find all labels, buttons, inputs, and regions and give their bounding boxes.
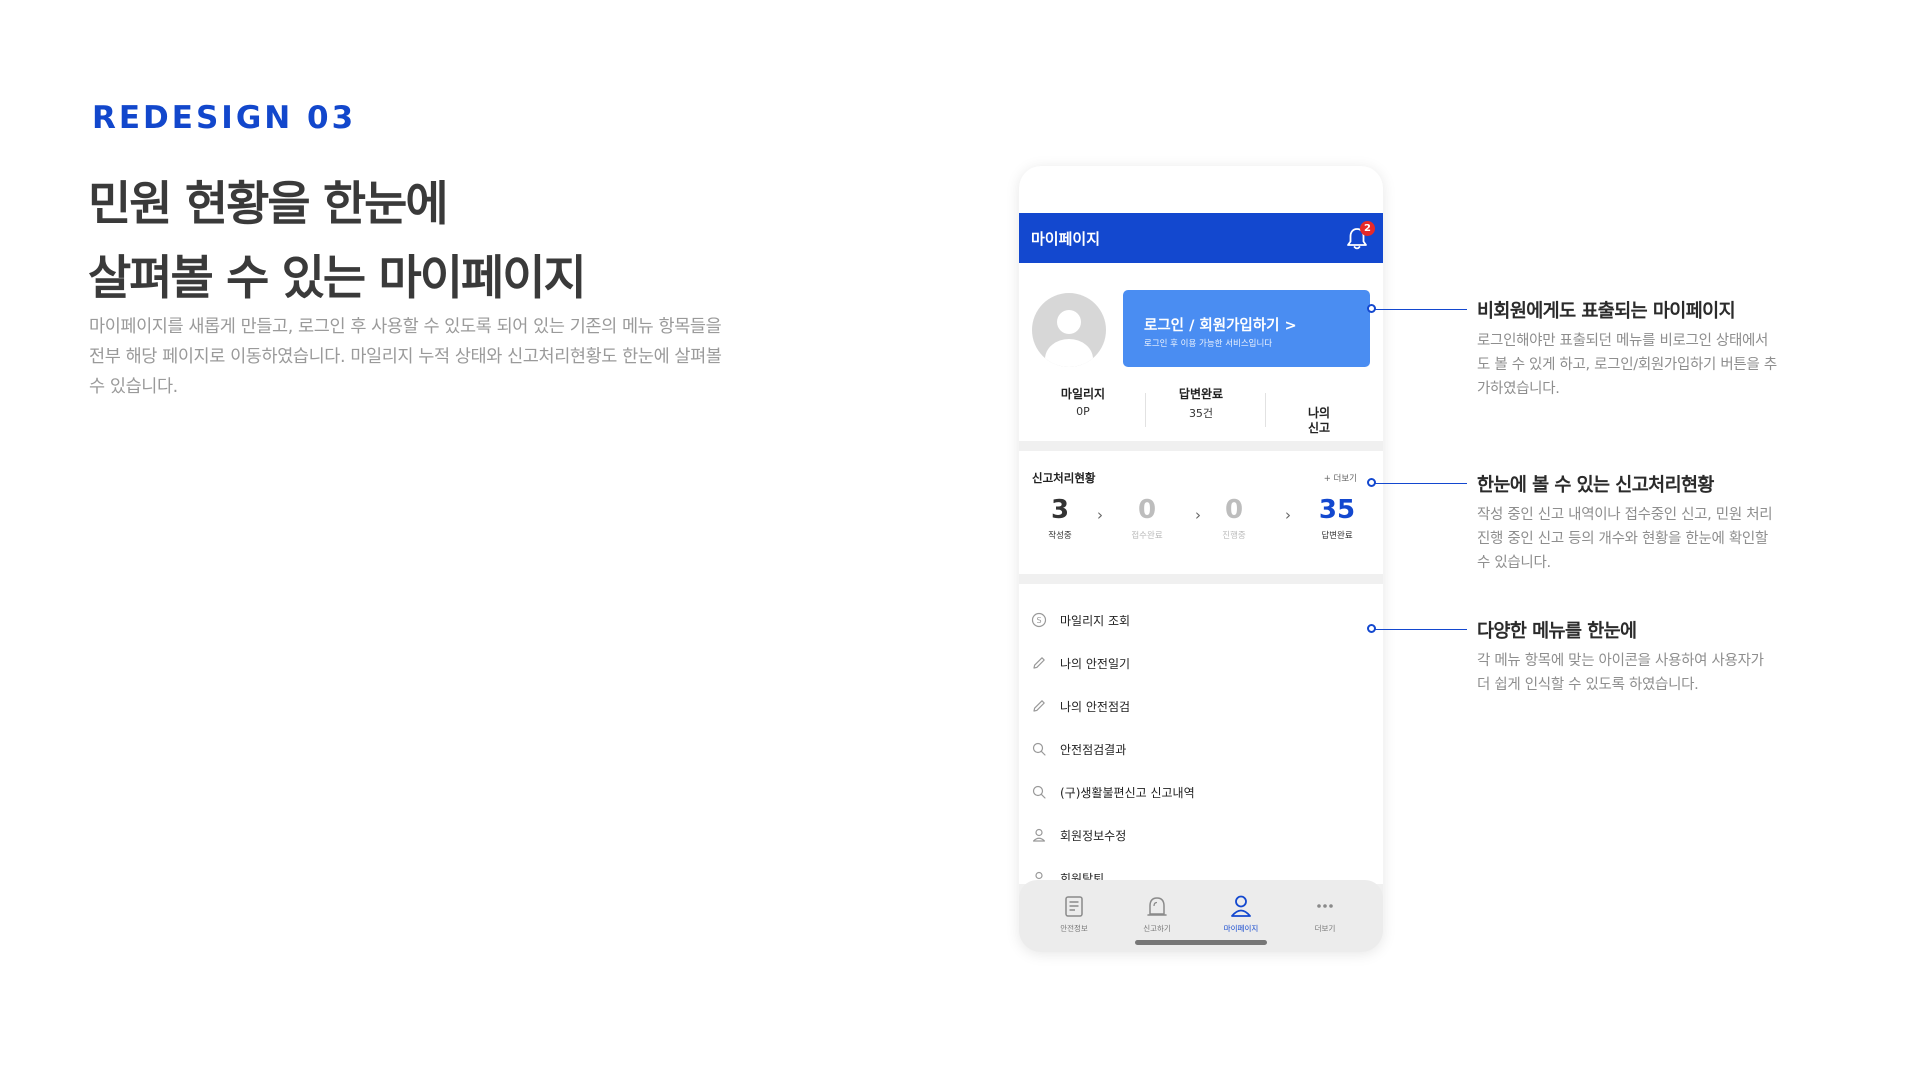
menu-item-label: 나의 안전점검: [1060, 700, 1131, 714]
step-label: 답변완료: [1321, 531, 1353, 541]
page-headline: 민원 현황을 한눈에 살펴볼 수 있는 마이페이지: [88, 168, 587, 316]
stat-value: 35건: [1188, 407, 1214, 420]
menu-item-label: 회원정보수정: [1060, 829, 1127, 843]
menu-item-old-reports[interactable]: (구)생활불편신고 신고내역: [1019, 772, 1383, 815]
annotation-text: 작성 중인 신고 내역이나 접수중인 신고, 민원 처리 진행 중인 신고 등의…: [1477, 507, 1773, 571]
annotation-title: 다양한 메뉴를 한눈에: [1477, 621, 1637, 642]
hero-description: 마이페이지를 새롭게 만들고, 로그인 후 사용할 수 있도록 되어 있는 기존…: [89, 317, 722, 397]
menu-item-label: 마일리지 조회: [1060, 614, 1131, 628]
step-answered[interactable]: 35 답변완료: [1302, 494, 1372, 541]
annotation-guest-mypage: 비회원에게도 표출되는 마이페이지 로그인해야만 표출되던 메뉴를 비로그인 상…: [1477, 297, 1777, 401]
tab-mypage[interactable]: 마이페이지: [1211, 892, 1271, 934]
headline-line-1: 민원 현황을 한눈에: [88, 177, 449, 232]
app-bar: 마이페이지 2: [1019, 213, 1383, 263]
menu-item-mileage[interactable]: S 마일리지 조회: [1019, 600, 1383, 643]
annotation-title: 한눈에 볼 수 있는 신고처리현황: [1477, 475, 1714, 496]
avatar: [1032, 293, 1106, 367]
step-writing[interactable]: 3 작성중: [1025, 494, 1095, 541]
stat-answered[interactable]: 답변완료 35건: [1141, 387, 1261, 421]
annotation-title: 비회원에게도 표출되는 마이페이지: [1477, 301, 1736, 322]
connector-dot: [1367, 304, 1376, 313]
connector-dot: [1367, 624, 1376, 633]
tab-report[interactable]: 신고하기: [1127, 892, 1187, 934]
report-status-title: 신고처리현황: [1032, 471, 1096, 485]
document-icon: [1065, 896, 1083, 917]
person-icon: [1032, 828, 1046, 842]
home-indicator: [1135, 940, 1267, 945]
tab-more[interactable]: 더보기: [1295, 892, 1355, 934]
menu-item-label: 나의 안전일기: [1060, 657, 1131, 671]
status-bar: [1019, 166, 1383, 213]
connector-line: [1373, 309, 1467, 310]
step-received[interactable]: 0 접수완료: [1112, 494, 1182, 541]
siren-icon: [1147, 897, 1167, 916]
menu-item-label: 안전점검결과: [1060, 743, 1127, 757]
menu-list: S 마일리지 조회 나의 안전일기 나의 안전점검 안전점검결과 (구)생활불편…: [1019, 584, 1383, 884]
tab-label: 더보기: [1314, 924, 1336, 933]
stat-label: 나의 신고: [1307, 406, 1331, 435]
step-count: 0: [1224, 495, 1244, 525]
menu-item-check-results[interactable]: 안전점검결과: [1019, 729, 1383, 772]
phone-mockup: 마이페이지 2 로그인 / 회원가입하기 > 로그인 후 이용 가능한 서비스입…: [1019, 166, 1383, 952]
step-count: 3: [1050, 495, 1070, 525]
annotation-text: 로그인해야만 표출되던 메뉴를 비로그인 상태에서도 볼 수 있게 하고, 로그…: [1477, 333, 1777, 397]
search-icon: [1032, 742, 1046, 756]
profile-card: 로그인 / 회원가입하기 > 로그인 후 이용 가능한 서비스입니다 마일리지 …: [1019, 263, 1383, 441]
tab-label: 마이페이지: [1223, 924, 1259, 933]
tab-label: 신고하기: [1143, 924, 1171, 933]
tab-safety-info[interactable]: 안전정보: [1044, 892, 1104, 934]
section-tag: REDESIGN 03: [92, 100, 357, 136]
menu-item-safety-check[interactable]: 나의 안전점검: [1019, 686, 1383, 729]
annotation-menu: 다양한 메뉴를 한눈에 각 메뉴 항목에 맞는 아이콘을 사용하여 사용자가 더…: [1477, 617, 1777, 697]
connector-line: [1373, 629, 1467, 630]
stat-label: 답변완료: [1178, 387, 1224, 401]
stat-label: 마일리지: [1060, 387, 1106, 401]
svg-text:S: S: [1036, 616, 1041, 625]
person-icon: [1231, 895, 1251, 917]
avatar-person-icon: [1045, 310, 1093, 367]
annotation-report-status: 한눈에 볼 수 있는 신고처리현황 작성 중인 신고 내역이나 접수중인 신고,…: [1477, 471, 1777, 575]
more-link[interactable]: + 더보기: [1324, 472, 1357, 484]
headline-line-2: 살펴볼 수 있는 마이페이지: [88, 251, 587, 306]
tab-label: 안전정보: [1060, 924, 1088, 933]
app-bar-title: 마이페이지: [1031, 230, 1101, 248]
stat-value: 0P: [1076, 405, 1090, 418]
login-signup-button[interactable]: 로그인 / 회원가입하기 > 로그인 후 이용 가능한 서비스입니다: [1123, 290, 1370, 367]
report-status-panel: 신고처리현황 + 더보기 3 작성중 › 0 접수완료 › 0 진행중 › 35…: [1019, 451, 1383, 574]
stat-my-reports[interactable]: 나의 신고: [1259, 387, 1379, 455]
step-label: 진행중: [1222, 531, 1246, 541]
step-count: 35: [1318, 495, 1356, 525]
step-in-progress[interactable]: 0 진행중: [1199, 494, 1269, 541]
chevron-right-icon: ›: [1097, 506, 1103, 524]
annotation-text: 각 메뉴 항목에 맞는 아이콘을 사용하여 사용자가 더 쉽게 인식할 수 있도…: [1477, 653, 1764, 693]
login-button-sub: 로그인 후 이용 가능한 서비스입니다: [1144, 339, 1273, 349]
search-icon: [1032, 785, 1046, 799]
notification-badge: 2: [1360, 221, 1375, 236]
more-icon: [1317, 904, 1333, 908]
chevron-right-icon: ›: [1285, 506, 1291, 524]
step-count: 0: [1137, 495, 1157, 525]
stat-mileage[interactable]: 마일리지 0P: [1023, 387, 1143, 418]
menu-item-edit-profile[interactable]: 회원정보수정: [1019, 815, 1383, 858]
pencil-icon: [1033, 700, 1045, 712]
pencil-icon: [1033, 657, 1045, 669]
login-button-label: 로그인 / 회원가입하기 >: [1144, 318, 1297, 334]
menu-item-safety-diary[interactable]: 나의 안전일기: [1019, 643, 1383, 686]
stats-row: 마일리지 0P 답변완료 35건 나의 신고: [1019, 387, 1383, 435]
step-label: 접수완료: [1131, 531, 1163, 541]
coin-icon: S: [1031, 612, 1047, 628]
connector-line: [1373, 483, 1467, 484]
menu-item-label: (구)생활불편신고 신고내역: [1060, 786, 1195, 800]
step-label: 작성중: [1048, 531, 1072, 541]
connector-dot: [1367, 478, 1376, 487]
